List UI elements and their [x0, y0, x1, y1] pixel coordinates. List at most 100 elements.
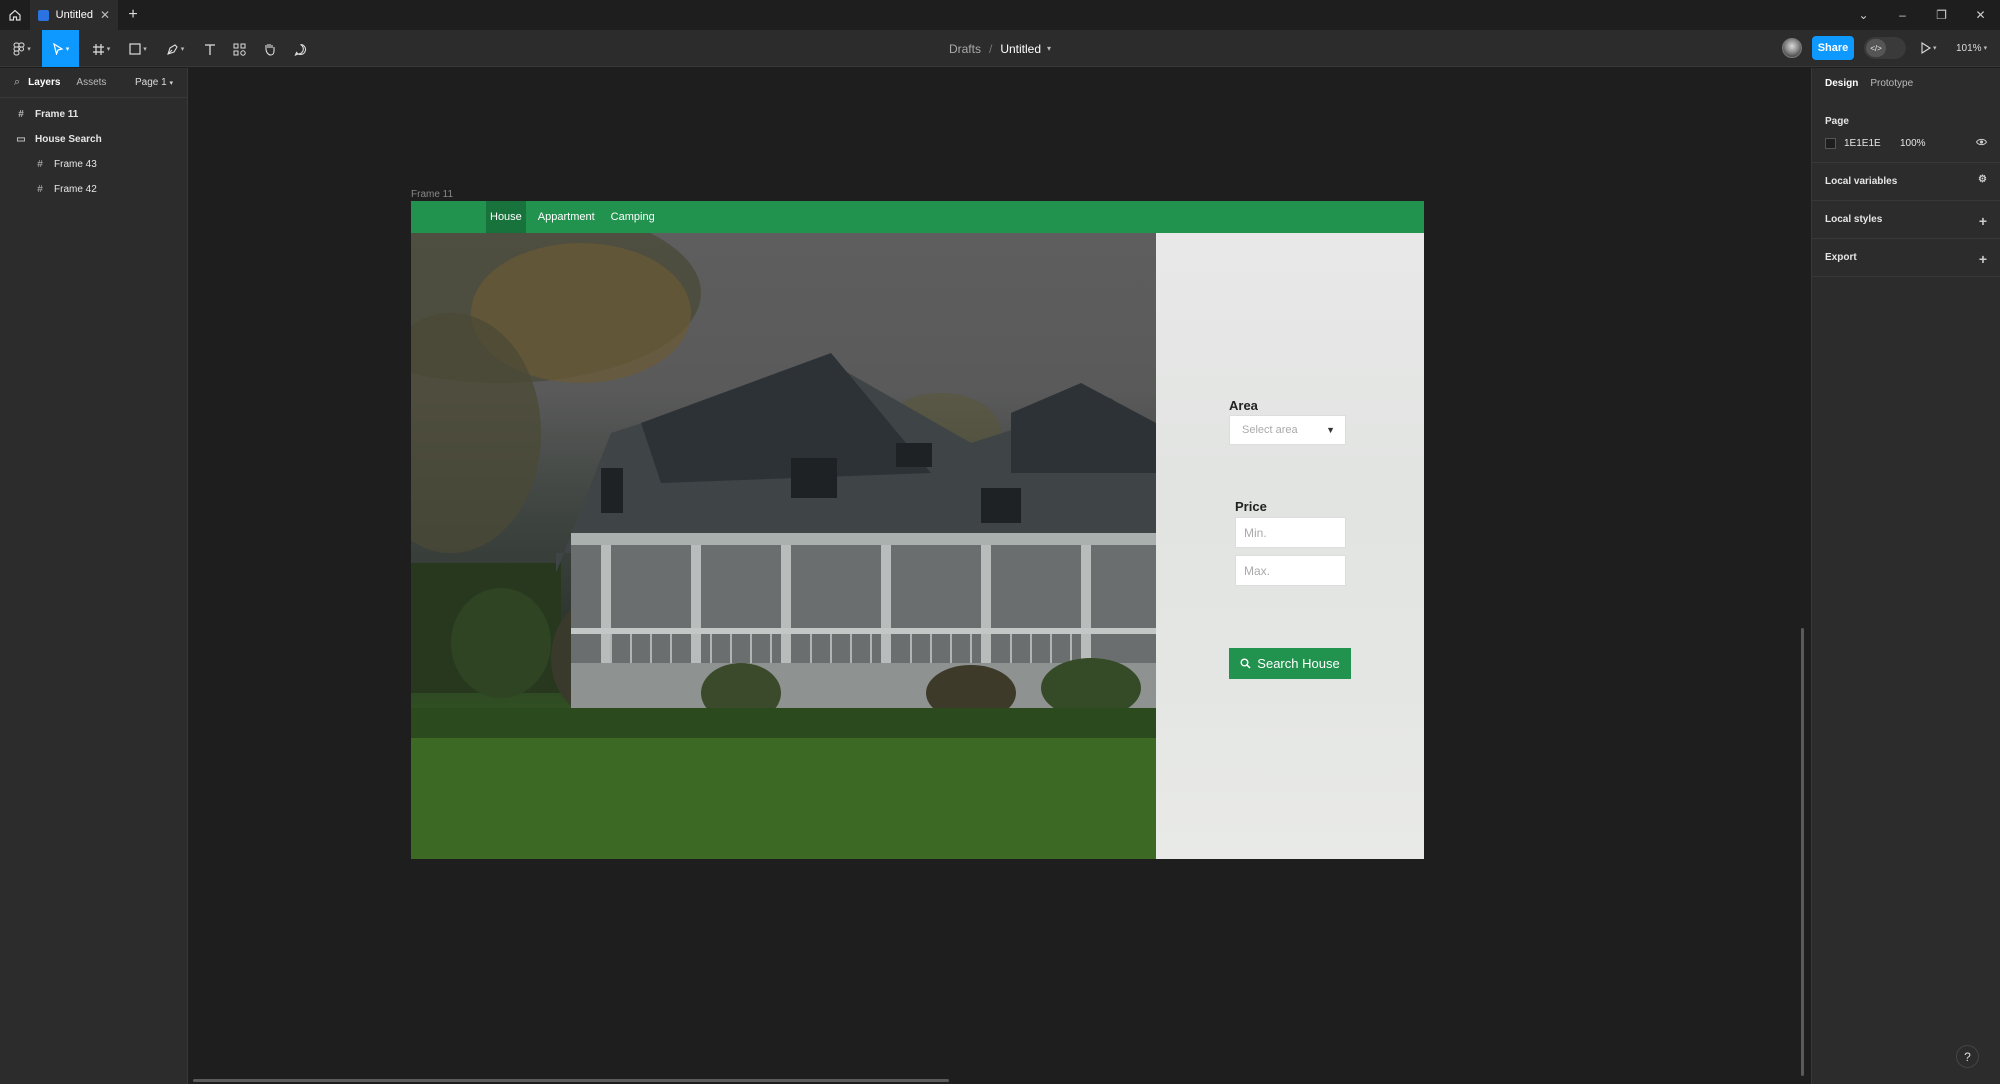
layer-item[interactable]: # Frame 42: [0, 177, 187, 202]
search-house-button[interactable]: Search House: [1229, 648, 1351, 679]
breadcrumb-separator: /: [988, 41, 993, 56]
main-menu-button[interactable]: ▾: [6, 35, 38, 63]
price-label: Price: [1235, 499, 1267, 514]
local-variables-row[interactable]: Local variables ⚙: [1812, 163, 2000, 201]
tab-prototype[interactable]: Prototype: [1870, 78, 1913, 89]
close-window-icon[interactable]: ✕: [1961, 0, 2000, 30]
local-styles-row[interactable]: Local styles +: [1812, 201, 2000, 239]
min-price-input[interactable]: Min.: [1235, 517, 1346, 548]
breadcrumb-drafts[interactable]: Drafts: [949, 42, 981, 56]
zoom-menu[interactable]: 101% ▾: [1956, 36, 1987, 60]
layer-name: House Search: [35, 134, 102, 145]
components-icon: [233, 43, 246, 56]
layers-panel: ⌕ Layers Assets Page 1 ▾ # Frame 11 ▭ Ho…: [0, 68, 188, 1084]
app-tab-bar: Untitled ✕ + ⌄ – ❐ ✕: [0, 0, 2000, 30]
eye-icon[interactable]: [1975, 138, 1988, 149]
new-tab-button[interactable]: +: [118, 6, 148, 24]
page-selector[interactable]: Page 1 ▾: [135, 77, 173, 88]
area-label: Area: [1229, 398, 1258, 413]
page-color-row[interactable]: 1E1E1E 100%: [1812, 134, 2000, 162]
search-icon[interactable]: ⌕: [14, 76, 20, 89]
figma-file-icon: [38, 9, 49, 21]
search-panel: Area Select area ▼ Price Min. Max. Searc…: [1156, 233, 1424, 859]
minimize-icon[interactable]: –: [1883, 0, 1922, 30]
figma-logo-icon: [13, 42, 25, 56]
close-tab-icon[interactable]: ✕: [100, 8, 110, 22]
toolbar: ▾ ▾ ▾ ▾ ▾ Drafts / Untitled ▾ Share </> …: [0, 30, 2000, 67]
avatar[interactable]: [1782, 38, 1802, 58]
move-tool-button[interactable]: ▾: [42, 30, 79, 67]
add-export-icon[interactable]: +: [1979, 251, 1987, 267]
tab-layers[interactable]: Layers: [28, 77, 60, 88]
frame-icon: #: [37, 184, 43, 195]
page-selector-label: Page 1: [135, 77, 167, 88]
design-panel: Design Prototype Page 1E1E1E 100% Local …: [1811, 68, 2000, 1084]
home-icon[interactable]: [0, 0, 30, 30]
house-search-frame[interactable]: House Appartment Camping Area Select are…: [411, 201, 1424, 859]
tab-design[interactable]: Design: [1825, 78, 1858, 89]
page-color-hex[interactable]: 1E1E1E: [1844, 138, 1900, 149]
layer-item[interactable]: # Frame 43: [0, 152, 187, 177]
nav-item-camping[interactable]: Camping: [607, 201, 659, 233]
file-tab-title: Untitled: [55, 9, 93, 21]
search-house-label: Search House: [1257, 656, 1340, 671]
nav-item-house[interactable]: House: [486, 201, 526, 233]
zoom-level: 101%: [1956, 42, 1982, 54]
chevron-down-icon[interactable]: ⌄: [1844, 0, 1883, 30]
local-styles-label: Local styles: [1825, 214, 1883, 225]
section-icon: ▭: [16, 134, 26, 145]
help-button[interactable]: ?: [1956, 1045, 1979, 1068]
chevron-down-icon: ▼: [1326, 425, 1335, 435]
layer-item[interactable]: # Frame 11: [0, 102, 187, 127]
restore-icon[interactable]: ❐: [1922, 0, 1961, 30]
add-style-icon[interactable]: +: [1979, 213, 1987, 229]
area-select[interactable]: Select area ▼: [1229, 415, 1346, 445]
frame-icon: #: [37, 159, 43, 170]
layer-name: Frame 42: [54, 184, 97, 195]
text-icon: [205, 43, 215, 55]
frame-tool-button[interactable]: ▾: [86, 35, 116, 63]
house-illustration: [411, 233, 1156, 859]
share-button[interactable]: Share: [1812, 36, 1854, 60]
area-select-placeholder: Select area: [1242, 424, 1298, 436]
pen-tool-button[interactable]: ▾: [160, 35, 190, 63]
color-swatch[interactable]: [1825, 137, 1836, 149]
file-tab[interactable]: Untitled ✕: [30, 0, 118, 30]
file-name[interactable]: Untitled: [1000, 42, 1041, 56]
rectangle-icon: [129, 43, 141, 55]
text-tool-button[interactable]: [198, 35, 222, 63]
variables-settings-icon[interactable]: ⚙: [1978, 174, 1987, 185]
page-section-title: Page: [1825, 115, 1849, 127]
pen-icon: [166, 43, 178, 55]
present-button[interactable]: ▾: [1920, 36, 1937, 60]
horizontal-scrollbar[interactable]: [193, 1079, 949, 1082]
layers-panel-header: ⌕ Layers Assets Page 1 ▾: [0, 68, 187, 98]
vertical-scrollbar[interactable]: [1801, 628, 1804, 1076]
cursor-icon: [52, 42, 64, 55]
design-panel-tabs: Design Prototype: [1812, 68, 2000, 98]
comment-tool-button[interactable]: [289, 35, 311, 63]
dev-mode-toggle[interactable]: </>: [1864, 37, 1906, 59]
layer-name: Frame 11: [35, 109, 79, 120]
frame-label[interactable]: Frame 11: [411, 189, 453, 200]
code-icon: </>: [1866, 39, 1886, 57]
page-section: Page 1E1E1E 100%: [1812, 98, 2000, 163]
nav-item-appartment[interactable]: Appartment: [534, 201, 599, 233]
frame-icon: #: [18, 109, 24, 120]
page-opacity[interactable]: 100%: [1900, 138, 1926, 149]
search-icon: [1240, 658, 1251, 669]
shape-tool-button[interactable]: ▾: [124, 35, 152, 63]
resources-button[interactable]: [228, 35, 250, 63]
chevron-down-icon[interactable]: ▾: [1047, 44, 1051, 53]
export-label: Export: [1825, 252, 1857, 263]
frame-tool-icon: [92, 43, 104, 55]
tab-assets[interactable]: Assets: [76, 77, 106, 88]
nav-bar: House Appartment Camping: [411, 201, 1424, 233]
max-price-input[interactable]: Max.: [1235, 555, 1346, 586]
export-row[interactable]: Export +: [1812, 239, 2000, 277]
play-icon: [1921, 42, 1931, 54]
local-variables-label: Local variables: [1825, 176, 1898, 187]
layer-item[interactable]: ▭ House Search: [0, 127, 187, 152]
hand-tool-button[interactable]: [258, 35, 280, 63]
comment-icon: [294, 43, 306, 56]
